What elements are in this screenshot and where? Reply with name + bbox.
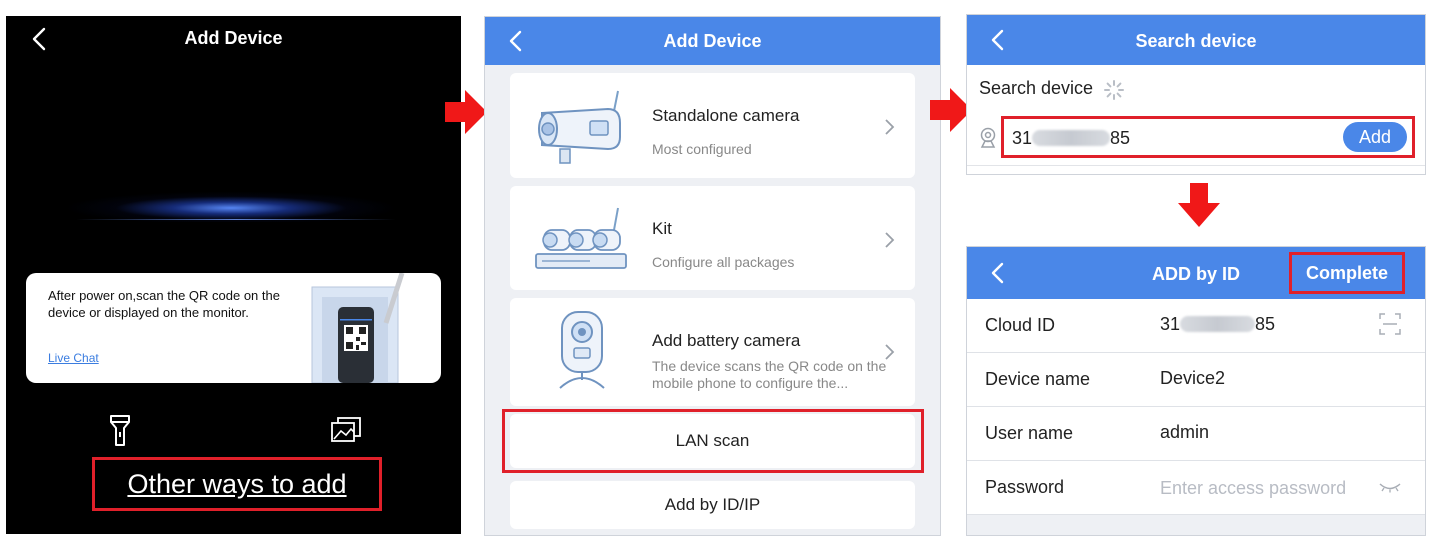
device-name-row: Device name Device2 — [967, 353, 1425, 407]
search-label: Search device — [979, 78, 1094, 98]
complete-button[interactable]: Complete — [1289, 252, 1405, 294]
webcam-icon — [980, 127, 996, 148]
live-chat-link[interactable]: Live Chat — [48, 351, 99, 365]
found-device-row: 31 85 Add — [1001, 116, 1415, 158]
battery-camera-icon — [559, 311, 605, 389]
add-by-id-screen: ADD by ID Complete Cloud ID 31 85 Device … — [966, 246, 1426, 536]
chevron-right-icon — [885, 344, 895, 360]
header-bar: Add Device — [485, 17, 940, 65]
device-name-field[interactable]: Device2 — [1160, 368, 1225, 389]
scan-qr-screen: Add Device After power on,scan the QR co… — [6, 16, 461, 534]
password-label: Password — [985, 477, 1065, 497]
divider — [967, 165, 1425, 166]
other-ways-to-add-button[interactable]: Other ways to add — [92, 457, 382, 511]
nvr-kit-icon — [535, 207, 627, 269]
flow-arrow-right-1 — [445, 90, 487, 134]
user-name-row: User name admin — [967, 407, 1425, 461]
album-icon[interactable] — [330, 416, 362, 444]
flow-arrow-down — [1178, 183, 1220, 227]
chevron-right-icon — [885, 119, 895, 135]
user-name-field[interactable]: admin — [1160, 422, 1209, 443]
cloud-id-row: Cloud ID 31 85 — [967, 299, 1425, 353]
header-bar: Search device — [967, 15, 1425, 65]
eye-closed-icon[interactable] — [1379, 481, 1401, 493]
scanner-line — [76, 219, 396, 220]
instruction-text: After power on,scan the QR code on the d… — [48, 288, 280, 320]
lan-scan-button[interactable]: LAN scan — [510, 414, 915, 468]
device-name-label: Device name — [985, 369, 1091, 389]
page-title: Search device — [1135, 31, 1257, 51]
add-button[interactable]: Add — [1343, 122, 1407, 152]
page-title: Add Device — [184, 28, 283, 48]
bullet-camera-icon — [538, 90, 621, 164]
option-battery-camera[interactable]: Add battery camera The device scans the … — [510, 298, 915, 406]
scan-qr-icon[interactable] — [1379, 313, 1401, 335]
flashlight-icon[interactable] — [108, 414, 132, 448]
option-desc: Most configured — [652, 141, 752, 157]
option-standalone-camera[interactable]: Standalone camera Most configured — [510, 73, 915, 178]
page-title: Add Device — [663, 31, 762, 51]
device-id: 31 85 — [1012, 128, 1131, 148]
cloud-id-label: Cloud ID — [985, 315, 1056, 335]
scanner-glow — [66, 166, 396, 222]
redacted-id-part — [1180, 316, 1256, 332]
option-desc: The device scans the QR code on the mobi… — [652, 358, 887, 391]
password-field[interactable] — [1160, 475, 1370, 501]
option-name: Add battery camera — [652, 331, 801, 350]
chevron-right-icon — [885, 232, 895, 248]
instruction-card: After power on,scan the QR code on the d… — [26, 273, 441, 383]
add-by-id-ip-button[interactable]: Add by ID/IP — [510, 481, 915, 529]
header-bar: ADD by ID Complete — [967, 247, 1425, 299]
option-name: Kit — [652, 219, 672, 238]
cloud-id-value[interactable]: 31 85 — [1160, 314, 1275, 335]
option-kit[interactable]: Kit Configure all packages — [510, 186, 915, 290]
option-name: Standalone camera — [652, 106, 800, 125]
option-desc: Configure all packages — [652, 254, 795, 270]
qr-code-icon — [311, 273, 405, 383]
search-device-screen: Search device Search device 31 85 Add — [966, 14, 1426, 175]
password-row: Password — [967, 461, 1425, 515]
redacted-id-part — [1032, 130, 1111, 146]
other-ways-to-add-label: Other ways to add — [127, 468, 347, 499]
add-device-screen: Add Device Standalone camera Most config… — [484, 16, 941, 536]
loading-spinner-icon — [1104, 80, 1124, 100]
user-name-label: User name — [985, 423, 1074, 443]
